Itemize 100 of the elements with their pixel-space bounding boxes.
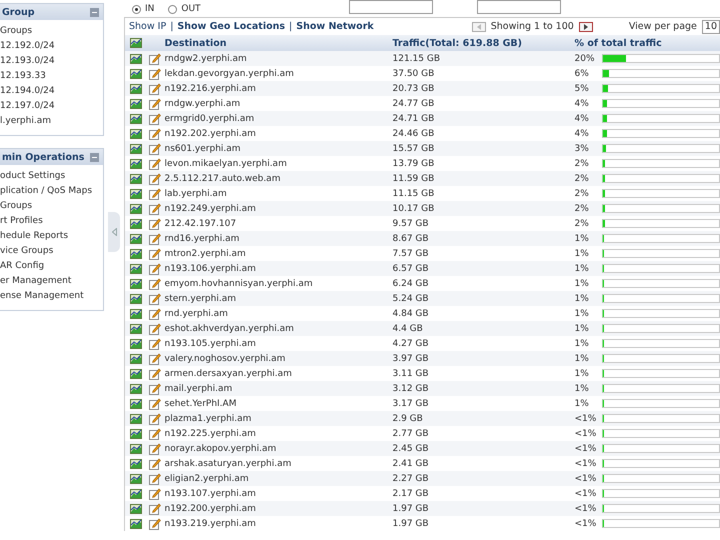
destination-cell[interactable]: rndgw.yerphi.am (164, 96, 392, 111)
edit-icon[interactable] (148, 382, 160, 394)
graph-icon[interactable] (130, 384, 142, 394)
next-page-button[interactable] (578, 22, 593, 32)
collapse-icon[interactable] (90, 8, 99, 16)
input-field[interactable] (476, 0, 561, 14)
sidebar-item[interactable]: er Management (0, 274, 103, 289)
edit-icon[interactable] (148, 412, 160, 424)
graph-icon[interactable] (130, 188, 142, 198)
destination-cell[interactable]: n192.225.yerphi.am (164, 426, 392, 441)
graph-icon[interactable] (130, 518, 142, 528)
graph-icon[interactable] (130, 294, 142, 304)
destination-cell[interactable]: eligian2.yerphi.am (164, 471, 392, 486)
graph-icon[interactable] (130, 444, 142, 454)
sidebar-item[interactable]: vice Groups (0, 244, 103, 259)
edit-icon[interactable] (148, 352, 160, 364)
destination-cell[interactable]: n193.105.yerphi.am (164, 336, 392, 351)
edit-icon[interactable] (148, 232, 160, 244)
graph-icon[interactable] (130, 84, 142, 94)
destination-cell[interactable]: lekdan.gevorgyan.yerphi.am (164, 66, 392, 81)
sidebar-item[interactable]: Groups (0, 199, 103, 214)
radio-button[interactable] (168, 4, 178, 14)
edit-icon[interactable] (148, 142, 160, 154)
edit-icon[interactable] (148, 338, 160, 350)
sidebar-item[interactable]: hedule Reports (0, 229, 103, 244)
edit-icon[interactable] (148, 518, 160, 530)
edit-icon[interactable] (148, 488, 160, 500)
destination-cell[interactable]: arshak.asaturyan.yerphi.am (164, 456, 392, 471)
graph-icon[interactable] (130, 504, 142, 514)
destination-cell[interactable]: n193.107.yerphi.am (164, 486, 392, 501)
graph-icon[interactable] (130, 474, 142, 484)
graph-icon[interactable] (130, 324, 142, 334)
destination-cell[interactable]: lab.yerphi.am (164, 186, 392, 201)
graph-icon[interactable] (130, 338, 142, 348)
graph-icon[interactable] (130, 158, 142, 168)
graph-icon[interactable] (130, 428, 142, 438)
sidebar-item[interactable]: 12.193.0/24 (0, 54, 103, 69)
per-page-select[interactable]: 10 (702, 20, 720, 34)
graph-icon[interactable] (130, 38, 142, 48)
column-header[interactable]: % of total traffic (574, 35, 720, 51)
sidebar-item[interactable]: 12.197.0/24 (0, 99, 103, 114)
graph-icon[interactable] (130, 308, 142, 318)
graph-icon[interactable] (130, 354, 142, 364)
graph-icon[interactable] (130, 128, 142, 138)
graph-icon[interactable] (130, 204, 142, 214)
sidebar-item[interactable]: plication / QoS Maps (0, 184, 103, 199)
graph-icon[interactable] (130, 398, 142, 408)
view-link[interactable]: Show IP (129, 21, 166, 32)
edit-icon[interactable] (148, 308, 160, 320)
sidebar-item[interactable]: 12.194.0/24 (0, 84, 103, 99)
edit-icon[interactable] (148, 472, 160, 484)
destination-cell[interactable]: armen.dersaxyan.yerphi.am (164, 366, 392, 381)
graph-icon[interactable] (130, 248, 142, 258)
collapse-handle[interactable] (108, 212, 120, 252)
graph-icon[interactable] (130, 98, 142, 108)
destination-cell[interactable]: rnd.yerphi.am (164, 306, 392, 321)
input-field[interactable] (348, 0, 433, 14)
destination-cell[interactable]: ermgrid0.yerphi.am (164, 111, 392, 126)
view-link[interactable]: Show Network (296, 21, 374, 32)
destination-cell[interactable]: stern.yerphi.am (164, 291, 392, 306)
graph-icon[interactable] (130, 218, 142, 228)
edit-icon[interactable] (148, 322, 160, 334)
edit-icon[interactable] (148, 442, 160, 454)
graph-icon[interactable] (130, 54, 142, 64)
destination-cell[interactable]: n193.219.yerphi.am (164, 516, 392, 531)
graph-icon[interactable] (130, 114, 142, 124)
graph-icon[interactable] (130, 174, 142, 184)
destination-cell[interactable]: n193.106.yerphi.am (164, 261, 392, 276)
edit-icon[interactable] (148, 502, 160, 514)
column-header[interactable]: Destination (164, 35, 392, 51)
edit-icon[interactable] (148, 98, 160, 110)
edit-icon[interactable] (148, 278, 160, 290)
destination-cell[interactable]: 2.5.112.217.auto.web.am (164, 171, 392, 186)
destination-cell[interactable]: rndgw2.yerphi.am (164, 51, 392, 66)
radio-button[interactable] (132, 4, 141, 14)
destination-cell[interactable]: n192.200.yerphi.am (164, 501, 392, 516)
destination-cell[interactable]: n192.249.yerphi.am (164, 201, 392, 216)
edit-icon[interactable] (148, 202, 160, 214)
edit-icon[interactable] (148, 128, 160, 140)
destination-cell[interactable]: sehet.YerPhI.AM (164, 396, 392, 411)
sidebar-item[interactable]: 12.193.33 (0, 69, 103, 84)
destination-cell[interactable]: plazma1.yerphi.am (164, 411, 392, 426)
graph-icon[interactable] (130, 264, 142, 274)
destination-cell[interactable]: norayr.akopov.yerphi.am (164, 441, 392, 456)
destination-cell[interactable]: mail.yerphi.am (164, 381, 392, 396)
destination-cell[interactable]: valery.noghosov.yerphi.am (164, 351, 392, 366)
sidebar-item[interactable]: AR Config (0, 259, 103, 274)
destination-cell[interactable]: n192.216.yerphi.am (164, 81, 392, 96)
destination-cell[interactable]: eshot.akhverdyan.yerphi.am (164, 321, 392, 336)
edit-icon[interactable] (148, 82, 160, 94)
edit-icon[interactable] (148, 112, 160, 124)
graph-icon[interactable] (130, 458, 142, 468)
destination-cell[interactable]: n192.202.yerphi.am (164, 126, 392, 141)
column-header[interactable]: Traffic(Total: 619.88 GB) (392, 35, 574, 51)
edit-icon[interactable] (148, 158, 160, 170)
edit-icon[interactable] (148, 458, 160, 470)
sidebar-item[interactable]: Groups (0, 24, 103, 39)
sidebar-item[interactable]: oduct Settings (0, 169, 103, 184)
destination-cell[interactable]: ns601.yerphi.am (164, 141, 392, 156)
graph-icon[interactable] (130, 414, 142, 424)
